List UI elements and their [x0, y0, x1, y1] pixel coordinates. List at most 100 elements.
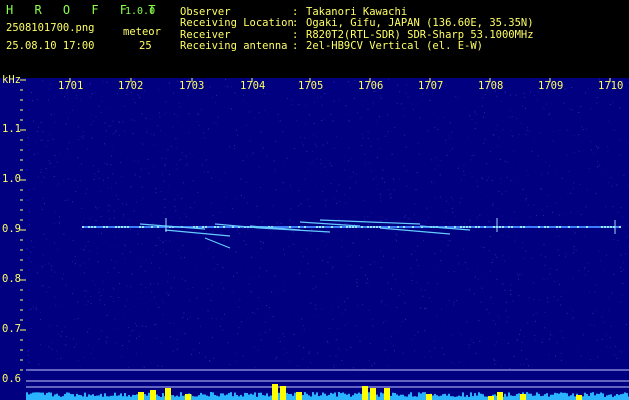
activity-spike: [272, 384, 278, 400]
x-tick-label: 1701: [58, 80, 84, 92]
activity-bar: [134, 395, 136, 400]
activity-bar: [108, 396, 110, 400]
activity-bar: [76, 393, 78, 400]
spectrogram-plot: [0, 78, 629, 400]
info-sep-antenna: :: [292, 40, 299, 52]
activity-bar: [474, 393, 476, 400]
activity-bar: [308, 395, 310, 400]
carrier-segment: [508, 226, 510, 228]
activity-bar: [356, 393, 358, 400]
carrier-segment: [604, 226, 606, 228]
carrier-segment: [223, 226, 225, 228]
activity-bar: [460, 396, 462, 400]
activity-bar: [104, 393, 106, 400]
activity-bar: [148, 392, 150, 400]
info-key-location: Receiving Location: [180, 17, 294, 29]
activity-bar: [196, 396, 198, 400]
carrier-segment: [511, 226, 513, 228]
activity-bar: [450, 396, 452, 400]
activity-bar: [530, 393, 532, 400]
activity-bar: [224, 395, 226, 400]
activity-spike: [280, 386, 286, 400]
activity-bar: [436, 395, 438, 400]
carrier-segment: [340, 226, 342, 228]
activity-bar: [422, 392, 424, 400]
activity-bar: [466, 395, 468, 400]
activity-bar: [618, 394, 620, 400]
carrier-segment: [157, 226, 159, 228]
activity-spike: [488, 396, 494, 400]
activity-bar: [400, 394, 402, 400]
activity-bar: [532, 395, 534, 400]
spectrogram-background: [0, 78, 629, 400]
activity-bar: [572, 393, 574, 400]
activity-bar: [26, 392, 28, 400]
activity-bar: [204, 394, 206, 400]
activity-bar: [322, 392, 324, 400]
activity-bar: [318, 396, 320, 400]
carrier-segment: [316, 226, 318, 228]
carrier-segment: [619, 226, 621, 228]
activity-bar: [360, 393, 362, 400]
activity-bar: [94, 396, 96, 400]
activity-bar: [588, 395, 590, 400]
activity-bar: [266, 393, 268, 400]
carrier-segment: [289, 226, 291, 228]
activity-bar: [208, 396, 210, 400]
activity-bar: [132, 394, 134, 400]
activity-bar: [258, 392, 260, 400]
activity-bar: [44, 394, 46, 400]
carrier-segment: [346, 226, 348, 228]
carrier-segment: [121, 226, 123, 228]
carrier-segment: [577, 226, 579, 228]
activity-bar: [512, 395, 514, 400]
carrier-segment: [115, 226, 117, 228]
carrier-segment: [463, 226, 465, 228]
activity-bar: [564, 392, 566, 400]
activity-bar: [546, 393, 548, 400]
x-tick-label: 1705: [298, 80, 324, 92]
activity-bar: [72, 394, 74, 400]
carrier-segment: [610, 226, 612, 228]
activity-bar: [552, 394, 554, 400]
activity-bar: [558, 393, 560, 400]
activity-bar: [348, 393, 350, 400]
activity-bar: [180, 392, 182, 400]
activity-bar: [410, 392, 412, 400]
activity-bar: [110, 395, 112, 400]
carrier-segment: [304, 226, 306, 228]
carrier-segment: [538, 226, 540, 228]
activity-bar: [234, 392, 236, 400]
activity-bar: [398, 395, 400, 400]
activity-bar: [330, 392, 332, 400]
activity-bar: [124, 393, 126, 400]
activity-bar: [292, 395, 294, 400]
activity-bar: [312, 392, 314, 400]
activity-bar: [128, 395, 130, 400]
activity-bar: [100, 393, 102, 400]
carrier-segment: [466, 226, 468, 228]
activity-bar: [162, 393, 164, 400]
activity-bar: [368, 392, 370, 400]
activity-bar: [228, 393, 230, 400]
carrier-segment: [559, 226, 561, 228]
activity-bar: [226, 394, 228, 400]
carrier-segment: [499, 226, 501, 228]
activity-bar: [242, 396, 244, 400]
activity-bar: [304, 392, 306, 400]
x-tick-label: 1704: [240, 80, 266, 92]
carrier-segment: [469, 226, 471, 228]
activity-bar: [56, 393, 58, 400]
carrier-segment: [118, 226, 120, 228]
activity-bar: [614, 395, 616, 400]
activity-bar: [112, 395, 114, 400]
activity-bar: [446, 395, 448, 400]
activity-bar: [544, 394, 546, 400]
carrier-segment: [214, 226, 216, 228]
y-tick-label: 1.0: [2, 173, 21, 185]
header-panel: H R O F F T 1.0.0 2508101700.png meteor …: [0, 0, 629, 78]
carrier-segment: [475, 226, 477, 228]
activity-bar: [434, 393, 436, 400]
carrier-segment: [454, 226, 456, 228]
activity-bar: [598, 393, 600, 400]
